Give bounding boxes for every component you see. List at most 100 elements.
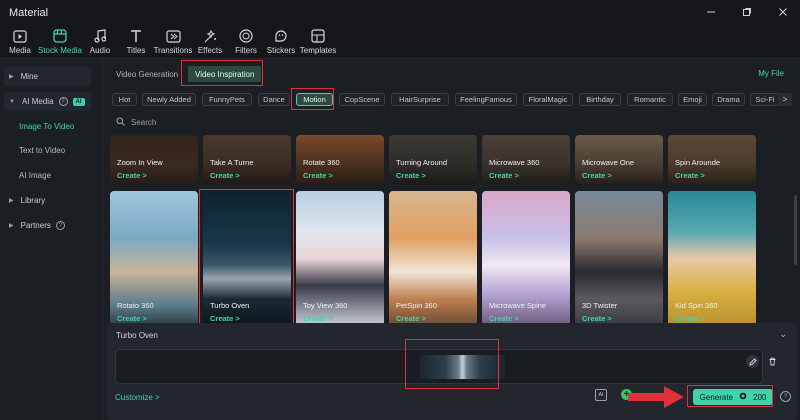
card-title: Kid Spin 360 — [675, 301, 718, 310]
customize-link[interactable]: Customize > — [115, 393, 160, 402]
create-link[interactable]: Create > — [210, 171, 240, 180]
chip-birthday[interactable]: Birthday — [579, 93, 621, 106]
close-icon[interactable] — [776, 5, 790, 19]
search-bar[interactable]: Search — [116, 117, 156, 128]
card-title: Turning Around — [396, 158, 448, 167]
card-title: Microwave 360 — [489, 158, 540, 167]
create-link[interactable]: Create > — [396, 314, 426, 323]
template-card[interactable]: Toy View 360 Create > — [296, 191, 384, 326]
create-link[interactable]: Create > — [303, 314, 333, 323]
help-icon[interactable]: ? — [55, 221, 65, 230]
edit-icon[interactable] — [746, 355, 759, 368]
chip-romantic[interactable]: Romantic — [627, 93, 673, 106]
chip-floralmagic[interactable]: FloralMagic — [523, 93, 573, 106]
stickers-icon — [274, 28, 288, 44]
card-title: PetSpin 360 — [396, 301, 437, 310]
maximize-icon[interactable] — [740, 5, 754, 19]
toolbar: Media Stock Media Audio Titles Transitio… — [0, 26, 800, 59]
audio-icon — [94, 28, 106, 44]
card-title: Rotate 360 — [303, 158, 340, 167]
templates-icon — [311, 28, 325, 44]
chip-funnypets[interactable]: FunnyPets — [202, 93, 252, 106]
effects-icon — [203, 28, 218, 44]
trash-icon[interactable] — [766, 355, 779, 368]
card-title: Rotato 360 — [117, 301, 154, 310]
help-icon[interactable]: ? — [58, 97, 68, 106]
template-card[interactable]: Turning Around Create > — [389, 135, 477, 184]
template-card[interactable]: Zoom In View Create > — [110, 135, 198, 184]
minimize-icon[interactable] — [704, 5, 718, 19]
transitions-icon — [165, 28, 181, 44]
create-link[interactable]: Create > — [489, 314, 519, 323]
create-link[interactable]: Create > — [675, 171, 705, 180]
template-card[interactable]: Spin Arounde Create > — [668, 135, 756, 184]
chip-hot[interactable]: Hot — [112, 93, 137, 106]
template-card[interactable]: Rotate 360 Create > — [296, 135, 384, 184]
my-file-link[interactable]: My File — [758, 69, 784, 78]
media-icon — [13, 28, 27, 44]
tab-video-generation[interactable]: Video Generation — [116, 66, 178, 82]
selected-template-title: Turbo Oven — [116, 331, 158, 340]
sidebar-item-ai-image[interactable]: AI Image — [19, 171, 51, 180]
chip-feelingfamous[interactable]: FeelingFamous — [455, 93, 517, 106]
card-title: Toy View 360 — [303, 301, 348, 310]
template-card[interactable]: Take A Turne Create > — [203, 135, 291, 184]
template-card[interactable]: Microwave One Create > — [575, 135, 663, 184]
template-card[interactable]: Rotato 360 Create > — [110, 191, 198, 326]
chip-drama[interactable]: Drama — [712, 93, 745, 106]
chip-emoji[interactable]: Emoji — [678, 93, 707, 106]
caret-right-icon: ▶ — [9, 74, 14, 80]
highlight-box — [291, 88, 334, 110]
chip-newly-added[interactable]: Newly Added — [142, 93, 196, 106]
sidebar-item-ai-media[interactable]: ▼ AI Media? AI — [4, 92, 91, 111]
scrollbar[interactable] — [794, 195, 797, 265]
highlight-box — [181, 60, 263, 86]
create-link[interactable]: Create > — [117, 171, 147, 180]
search-icon — [116, 117, 125, 128]
help-icon[interactable]: ? — [780, 391, 791, 402]
search-input[interactable]: Search — [131, 118, 156, 127]
caret-down-icon: ▼ — [9, 98, 15, 105]
card-title: Zoom In View — [117, 158, 163, 167]
card-title: Take A Turne — [210, 158, 254, 167]
template-card[interactable]: Microwave Spine Create > — [482, 191, 570, 326]
card-title: Spin Arounde — [675, 158, 721, 167]
create-link[interactable]: Create > — [582, 171, 612, 180]
create-link[interactable]: Create > — [117, 314, 147, 323]
chip-hairsurprise[interactable]: HairSurprise — [391, 93, 449, 106]
sidebar-item-partners[interactable]: ▶ Partners? — [4, 216, 91, 235]
highlight-box — [199, 189, 294, 330]
ai-badge: AI — [72, 97, 85, 106]
card-title: Microwave Spine — [489, 301, 547, 310]
create-link[interactable]: Create > — [396, 171, 426, 180]
template-card[interactable]: 3D Twister Create > — [575, 191, 663, 326]
main-panel: Video Generation Video Inspiration My Fi… — [104, 60, 800, 420]
chip-dance[interactable]: Dance — [258, 93, 290, 106]
category-chips: Hot Newly Added FunnyPets Dance Motion C… — [112, 93, 792, 107]
ai-tools-icon[interactable]: AI — [595, 389, 607, 401]
template-card[interactable]: PetSpin 360 Create > — [389, 191, 477, 326]
template-card[interactable]: Kid Spin 360 Create > — [668, 191, 756, 326]
create-link[interactable]: Create > — [675, 314, 705, 323]
create-link[interactable]: Create > — [303, 171, 333, 180]
caret-right-icon: ▶ — [9, 223, 14, 229]
card-title: 3D Twister — [582, 301, 618, 310]
stock-media-icon — [53, 28, 67, 44]
create-link[interactable]: Create > — [489, 171, 519, 180]
template-card[interactable]: Microwave 360 Create > — [482, 135, 570, 184]
create-link[interactable]: Create > — [582, 314, 612, 323]
sidebar-item-library[interactable]: ▶ Library — [4, 191, 91, 210]
chevron-down-icon[interactable]: ⌄ — [779, 329, 787, 340]
title-bar: Material — [0, 0, 800, 26]
sidebar-item-mine[interactable]: ▶ Mine — [4, 67, 91, 86]
sidebar-item-image-to-video[interactable]: Image To Video — [19, 122, 74, 131]
caret-right-icon: ▶ — [9, 198, 14, 204]
toolbar-templates[interactable]: Templates — [293, 28, 343, 55]
highlight-box — [687, 385, 773, 407]
chip-sci-fi[interactable]: Sci-Fi — [750, 93, 780, 106]
chevron-right-icon[interactable]: > — [778, 93, 792, 106]
chip-copscene[interactable]: CopScene — [339, 93, 385, 106]
sidebar-item-text-to-video[interactable]: Text to Video — [19, 146, 65, 155]
red-arrow-annotation — [628, 386, 684, 408]
window-title: Material — [9, 7, 49, 19]
